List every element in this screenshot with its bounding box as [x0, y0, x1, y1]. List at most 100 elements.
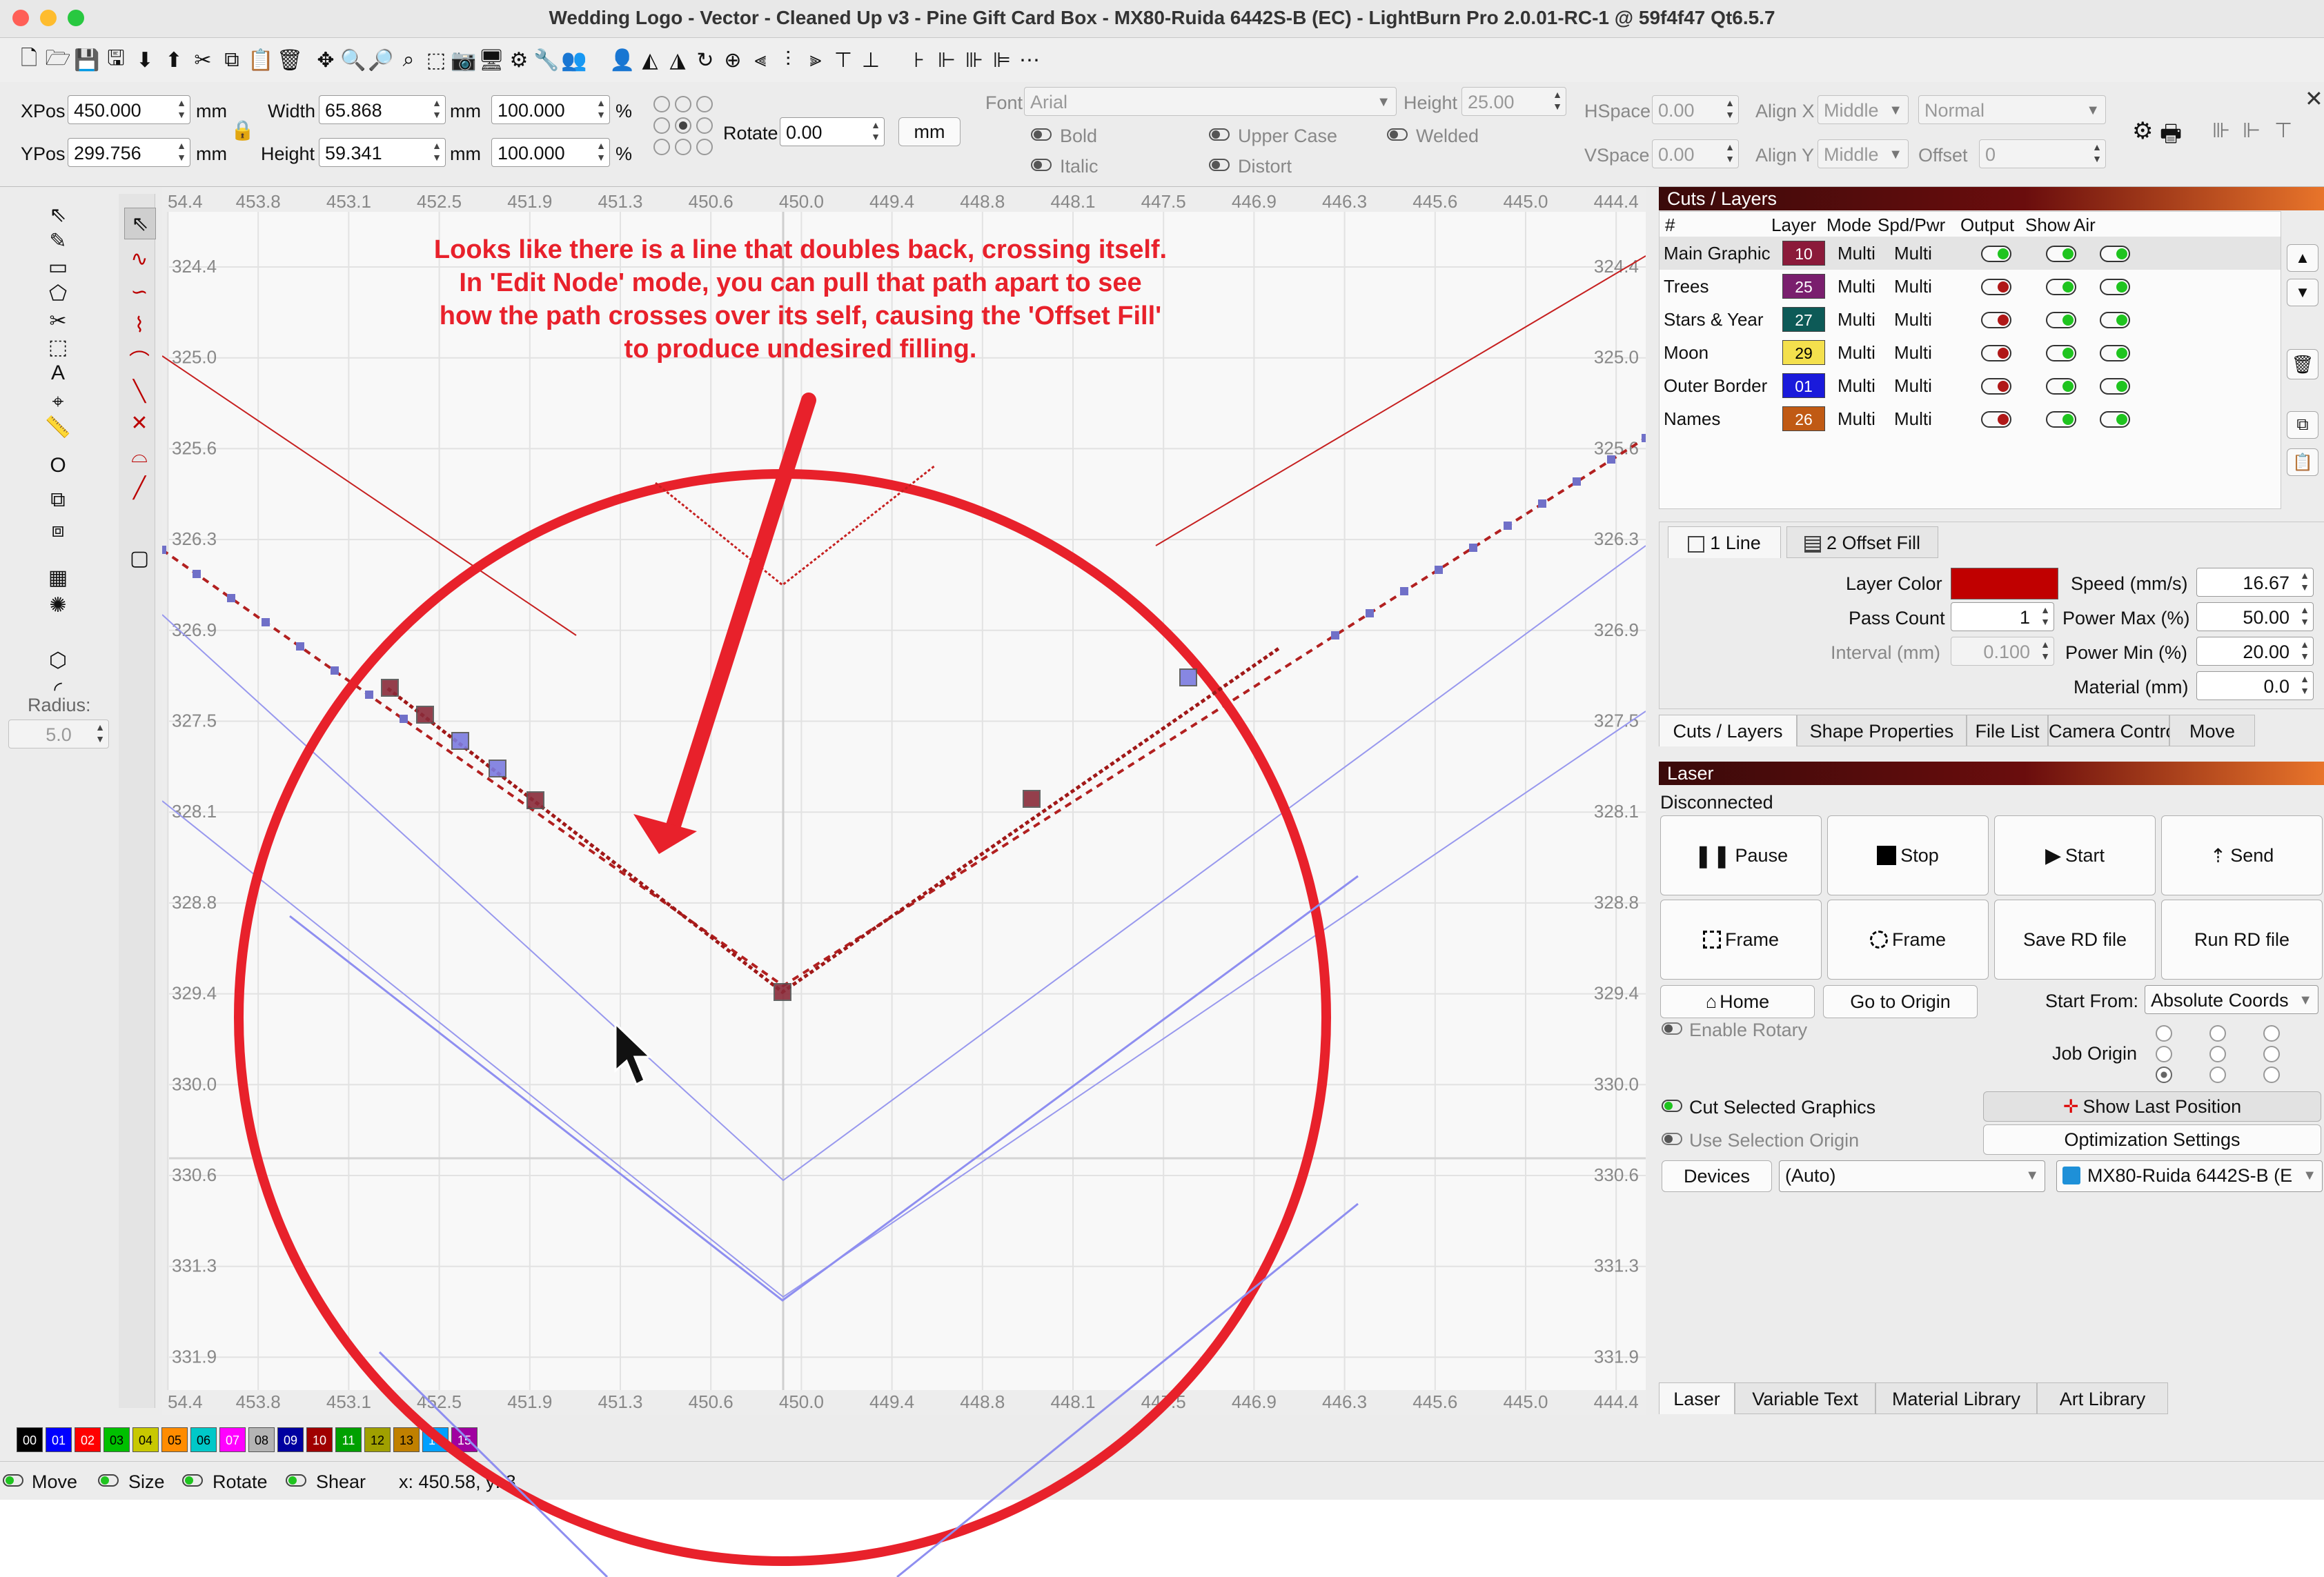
- path-node[interactable]: [162, 546, 166, 554]
- delete-icon[interactable]: 🗑: [276, 46, 304, 74]
- palette-swatch[interactable]: 05: [161, 1427, 188, 1452]
- align-top-icon[interactable]: ⊤: [829, 46, 857, 74]
- origin-radio-mc[interactable]: [2209, 1046, 2226, 1062]
- path-node[interactable]: [1538, 499, 1546, 508]
- zoom-fit-icon[interactable]: ⌕: [395, 46, 422, 74]
- show-last-position-button[interactable]: ✛ Show Last Position: [1983, 1091, 2321, 1122]
- node-smooth-icon[interactable]: ∽: [124, 277, 155, 307]
- air-toggle[interactable]: [2100, 312, 2130, 328]
- node-insert-icon[interactable]: ⌓: [124, 441, 155, 471]
- panel-tab[interactable]: Shape Properties: [1797, 715, 1967, 746]
- origin-radio-bc[interactable]: [2209, 1067, 2226, 1083]
- distribute-h-icon[interactable]: ⊩: [2243, 119, 2261, 143]
- align-left-icon[interactable]: ⫷: [747, 46, 774, 74]
- rotate-field[interactable]: 0.00 ▲ ▼: [780, 117, 885, 146]
- power-max-field[interactable]: 50.00 ▲ ▼: [2196, 602, 2314, 631]
- output-toggle[interactable]: [1981, 411, 2011, 428]
- node-trim-icon[interactable]: ╱: [124, 473, 155, 503]
- path-node[interactable]: [1331, 631, 1339, 639]
- layer-row[interactable]: Moon 29 Multi Multi: [1660, 336, 2281, 369]
- paste-icon[interactable]: 📋: [247, 46, 275, 74]
- settings-icon[interactable]: ⚙: [505, 46, 533, 74]
- layer-row[interactable]: Stars & Year 27 Multi Multi: [1660, 303, 2281, 336]
- panel-tab[interactable]: Camera Control: [2048, 715, 2180, 746]
- hspace-field[interactable]: 0.00 ▲ ▼: [1652, 95, 1739, 124]
- palette-swatch[interactable]: 03: [104, 1427, 130, 1452]
- text-icon[interactable]: A: [43, 358, 73, 388]
- move-icon[interactable]: ✥: [312, 46, 339, 74]
- delete-layer-icon[interactable]: 🗑: [2287, 349, 2318, 379]
- palette-swatch[interactable]: 07: [219, 1427, 246, 1452]
- palette-swatch[interactable]: 02: [75, 1427, 101, 1452]
- distort-toggle[interactable]: [1209, 159, 1230, 171]
- layer-row[interactable]: Main Graphic 10 Multi Multi: [1660, 237, 2281, 270]
- power-min-field[interactable]: 20.00 ▲ ▼: [2196, 637, 2314, 666]
- subtab-line[interactable]: 1 Line: [1668, 526, 1781, 558]
- path-node[interactable]: [1366, 609, 1374, 617]
- run-rd-file-button[interactable]: Run RD file: [2161, 900, 2323, 980]
- layer-color-swatch[interactable]: [1951, 568, 2058, 599]
- align-bottom-icon[interactable]: ⊦: [905, 46, 933, 74]
- align-x-select[interactable]: Middle ▼: [1818, 95, 1909, 124]
- path-node[interactable]: [1573, 477, 1581, 486]
- design-canvas[interactable]: 54.4 54.4 453.8 453.8 453.1 453.1 452.5 452.5 45…: [162, 187, 1646, 1415]
- panel-tab[interactable]: Move: [2169, 715, 2255, 746]
- palette-swatch[interactable]: 14: [422, 1427, 449, 1452]
- path-node[interactable]: [1400, 587, 1408, 595]
- palette-swatch[interactable]: 08: [248, 1427, 275, 1452]
- zoom-out-icon[interactable]: 🔎: [367, 46, 395, 74]
- radius-field[interactable]: 5.0 ▲ ▼: [8, 720, 109, 748]
- user-icon[interactable]: 👤: [609, 46, 636, 74]
- palette-swatch[interactable]: 01: [46, 1427, 72, 1452]
- open-icon[interactable]: 🗁: [44, 46, 72, 74]
- enable-rotary-toggle[interactable]: [1662, 1022, 1682, 1035]
- welded-toggle[interactable]: [1387, 128, 1408, 141]
- center-icon[interactable]: ⊕: [719, 46, 747, 74]
- palette-swatch[interactable]: 00: [17, 1427, 43, 1452]
- panel-tab[interactable]: Cuts / Layers: [1659, 715, 1797, 746]
- home-button[interactable]: ⌂ Home: [1660, 985, 1815, 1018]
- monitor-icon[interactable]: 🖥: [477, 46, 505, 74]
- palette-swatch[interactable]: 10: [306, 1427, 333, 1452]
- layer-color-badge[interactable]: 10: [1782, 241, 1825, 266]
- font-height-field[interactable]: 25.00 ▲ ▼: [1461, 87, 1566, 116]
- palette-swatch[interactable]: 12: [364, 1427, 391, 1452]
- save-icon[interactable]: 💾: [73, 46, 101, 74]
- show-toggle[interactable]: [2046, 345, 2076, 361]
- path-node[interactable]: [400, 715, 408, 723]
- path-node[interactable]: [1469, 544, 1477, 552]
- air-toggle[interactable]: [2100, 411, 2130, 428]
- origin-radio-tl[interactable]: [2156, 1025, 2172, 1042]
- export-icon[interactable]: ⬆: [160, 46, 188, 74]
- path-node[interactable]: [1435, 566, 1443, 574]
- node-select-icon[interactable]: ⇖: [124, 208, 156, 239]
- align-right-icon[interactable]: ⫸: [802, 46, 829, 74]
- output-toggle[interactable]: [1981, 279, 2011, 295]
- text-mode-select[interactable]: Normal ▼: [1918, 95, 2106, 124]
- origin-radio-br[interactable]: [2263, 1067, 2280, 1083]
- printer-icon[interactable]: 🖶: [2160, 117, 2182, 157]
- path-node[interactable]: [1504, 522, 1512, 530]
- weld-icon[interactable]: ⧈: [43, 515, 73, 546]
- bottom-tab[interactable]: Art Library: [2037, 1382, 2168, 1414]
- height-field[interactable]: 59.341 ▲ ▼: [319, 138, 446, 167]
- path-node[interactable]: [227, 594, 235, 602]
- polygon-icon[interactable]: ⬠: [43, 278, 73, 308]
- device-select[interactable]: MX80-Ruida 6442S-B (E ▼: [2056, 1160, 2323, 1192]
- layer-color-badge[interactable]: 01: [1782, 373, 1825, 398]
- align-centers-icon[interactable]: ⊪: [2212, 119, 2230, 143]
- bottom-tab[interactable]: Variable Text: [1735, 1382, 1875, 1414]
- push-icon[interactable]: ⊫: [988, 46, 1016, 74]
- corner-icon[interactable]: ◜: [43, 674, 73, 704]
- path-node[interactable]: [1607, 455, 1615, 464]
- array-icon[interactable]: ▦: [43, 562, 73, 593]
- align-y-select[interactable]: Middle ▼: [1818, 139, 1909, 168]
- layer-color-badge[interactable]: 25: [1782, 274, 1825, 299]
- width-field[interactable]: 65.868 ▲ ▼: [319, 95, 446, 124]
- node-break-icon[interactable]: ⌇: [124, 310, 155, 340]
- copy-icon[interactable]: ⧉: [218, 46, 246, 74]
- output-toggle[interactable]: [1981, 345, 2011, 361]
- origin-radio-ml[interactable]: [2156, 1046, 2172, 1062]
- output-toggle[interactable]: [1981, 246, 2011, 262]
- anchor-selector[interactable]: [651, 94, 715, 157]
